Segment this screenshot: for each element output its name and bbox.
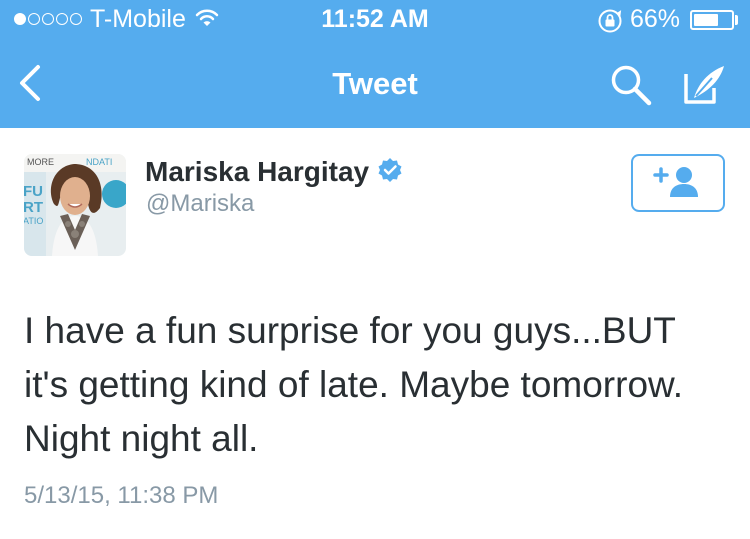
battery-icon [690, 10, 734, 30]
svg-text:FU: FU [24, 183, 43, 200]
svg-text:RT: RT [24, 199, 43, 216]
status-bar: T-Mobile 11:52 AM 66% [0, 0, 750, 40]
svg-text:NDATI: NDATI [86, 157, 112, 167]
battery-nub [735, 15, 738, 25]
tweet-timestamp: 5/13/15, 11:38 PM [24, 482, 219, 509]
follow-button[interactable] [631, 154, 725, 212]
author-name-row: Mariska Hargitay [145, 156, 403, 188]
compose-icon[interactable] [682, 62, 728, 111]
author-handle[interactable]: @Mariska [146, 190, 254, 218]
top-bar: T-Mobile 11:52 AM 66% Tweet [0, 0, 750, 128]
add-user-icon [653, 164, 703, 203]
avatar[interactable]: MORE NDATI FU RT ATIO [24, 154, 126, 256]
svg-text:ATIO: ATIO [24, 216, 43, 226]
svg-text:MORE: MORE [27, 157, 54, 167]
tweet-text: I have a fun surprise for you guys...BUT… [24, 310, 683, 459]
author-name[interactable]: Mariska Hargitay [145, 156, 369, 188]
search-icon[interactable] [609, 63, 653, 112]
battery-level-fill [694, 14, 718, 26]
orientation-lock-icon [597, 8, 623, 39]
verified-badge-icon [377, 157, 403, 188]
battery-percentage: 66% [630, 5, 681, 33]
